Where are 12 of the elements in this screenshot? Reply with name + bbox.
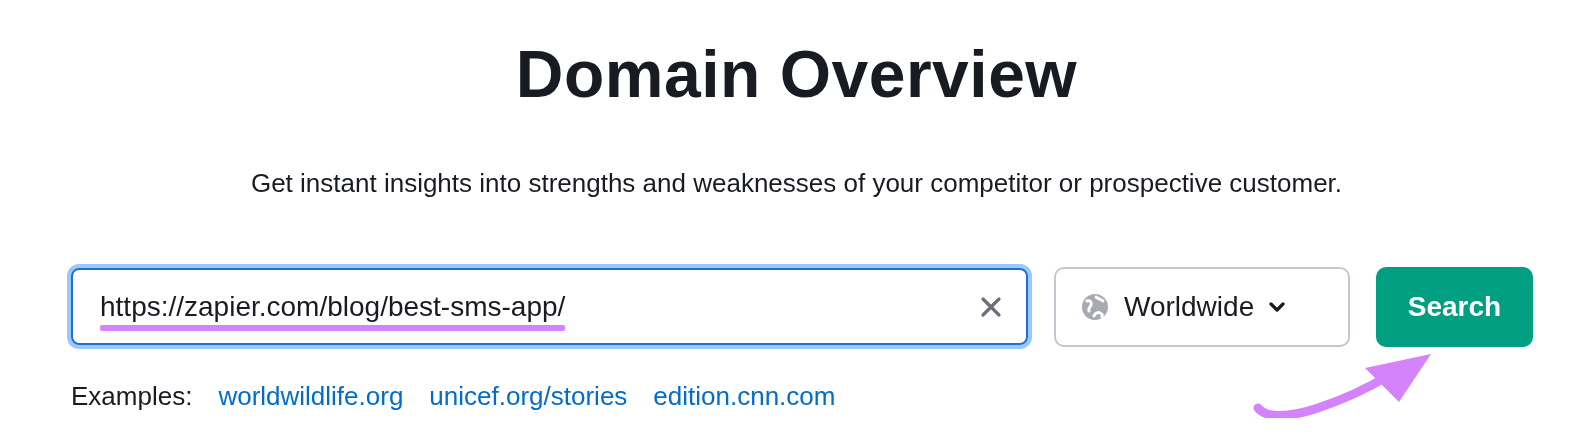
page-title: Domain Overview bbox=[515, 36, 1078, 113]
example-link[interactable]: worldwildlife.org bbox=[218, 380, 404, 412]
close-icon[interactable] bbox=[980, 295, 1002, 318]
search-button[interactable]: Search bbox=[1376, 266, 1533, 347]
examples-label: Examples: bbox=[71, 380, 193, 412]
globe-icon bbox=[1080, 291, 1110, 322]
example-link[interactable]: unicef.org/stories bbox=[429, 380, 628, 412]
region-dropdown[interactable]: Worldwide bbox=[1054, 266, 1350, 347]
url-field[interactable]: https://zapier.com/blog/best-sms-app/ bbox=[67, 264, 1032, 349]
chevron-down-icon bbox=[1268, 300, 1287, 313]
page-subtitle: Get instant insights into strengths and weaknesses of your competitor or prospective customer. bbox=[250, 167, 1343, 200]
example-link[interactable]: edition.cnn.com bbox=[653, 380, 836, 412]
